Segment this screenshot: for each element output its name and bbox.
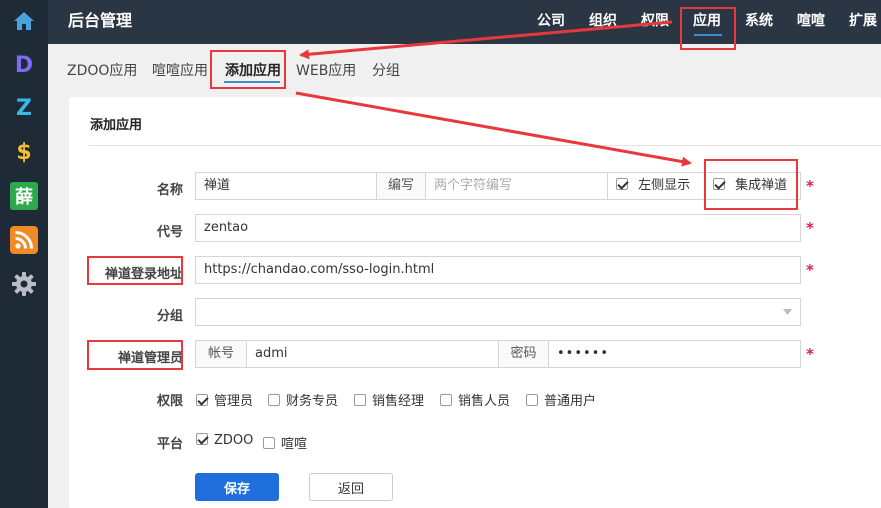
required-mark: * (806, 219, 814, 237)
nav-system[interactable]: 系统 (745, 0, 773, 44)
perm-salesperson-checkbox[interactable]: 销售人员 (440, 390, 510, 409)
admin-label: 禅道管理员 (117, 351, 183, 366)
save-button[interactable]: 保存 (195, 473, 279, 501)
checkbox-checked-icon (616, 178, 628, 190)
left-display-text: 左侧显示 (638, 178, 691, 193)
nav-permission[interactable]: 权限 (641, 0, 669, 44)
name-input[interactable]: 禅道 (196, 173, 377, 199)
name-row: 禅道 编写 两个字符编写 左侧显示 集成禅道 (195, 172, 801, 200)
nav-xuanxuan[interactable]: 喧喧 (797, 0, 825, 44)
permission-label: 权限 (156, 394, 183, 409)
perm-user-checkbox[interactable]: 普通用户 (526, 390, 596, 409)
login-url-input[interactable]: https://chandao.com/sso-login.html (195, 256, 801, 284)
account-input[interactable]: admi (247, 341, 499, 367)
panel-title: 添加应用 (90, 118, 143, 133)
login-url-label: 禅道登录地址 (104, 267, 183, 282)
page-title: 后台管理 (68, 11, 133, 30)
perm-admin-checkbox[interactable]: 管理员 (196, 390, 253, 409)
nav-company[interactable]: 公司 (537, 0, 565, 44)
top-bar: 后台管理 公司 组织 权限 应用 系统 喧喧 扩展 (48, 0, 881, 44)
perm-sales-manager-checkbox[interactable]: 销售经理 (354, 390, 424, 409)
code-value: zentao (204, 220, 249, 235)
z-logo-icon[interactable]: Z (9, 93, 39, 123)
chevron-down-icon (783, 309, 792, 315)
integrate-zentao-checkbox[interactable]: 集成禅道 (705, 173, 800, 199)
code-input[interactable]: zentao (195, 214, 801, 242)
rss-icon[interactable] (9, 225, 39, 255)
perm-finance-checkbox[interactable]: 财务专员 (268, 390, 338, 409)
platform-label: 平台 (156, 437, 183, 452)
checkbox-checked-icon (713, 178, 725, 190)
gear-icon[interactable] (9, 269, 39, 299)
password-input[interactable]: •••••• (549, 341, 800, 367)
group-select[interactable] (195, 298, 801, 326)
d-logo-icon[interactable]: D (9, 50, 39, 80)
password-addon: 密码 (499, 341, 549, 367)
code-label: 代号 (156, 225, 183, 240)
required-mark: * (806, 177, 814, 195)
active-subnav-indicator (224, 81, 280, 83)
platform-zdoo-checkbox[interactable]: ZDOO (196, 433, 253, 448)
group-label: 分组 (156, 309, 183, 324)
add-app-panel: 添加应用 名称 禅道 编写 两个字符编写 左侧显示 集成禅道 * 代号 zent… (69, 97, 881, 508)
home-icon[interactable] (9, 6, 39, 36)
divider (89, 145, 881, 146)
integrate-zentao-text: 集成禅道 (735, 178, 788, 193)
active-nav-indicator (694, 34, 722, 36)
name-label: 名称 (156, 183, 183, 198)
subnav-group[interactable]: 分组 (372, 58, 400, 84)
admin-row: 帐号 admi 密码 •••••• (195, 340, 801, 368)
required-mark: * (806, 261, 814, 279)
abbr-addon: 编写 (377, 173, 426, 199)
login-url-value: https://chandao.com/sso-login.html (204, 262, 435, 277)
dollar-icon[interactable]: $ (9, 137, 39, 167)
back-button[interactable]: 返回 (309, 473, 393, 501)
platform-xuanxuan-checkbox[interactable]: 喧喧 (263, 433, 307, 452)
account-addon: 帐号 (196, 341, 247, 367)
subnav-web-apps[interactable]: WEB应用 (296, 58, 356, 84)
nav-extension[interactable]: 扩展 (849, 0, 877, 44)
left-display-checkbox[interactable]: 左侧显示 (608, 173, 705, 199)
abbr-input[interactable]: 两个字符编写 (426, 173, 608, 199)
subnav-xuanxuan-apps[interactable]: 喧喧应用 (152, 58, 208, 84)
app-rail: D Z $ 薛 (0, 0, 48, 508)
nav-organization[interactable]: 组织 (589, 0, 617, 44)
required-mark: * (806, 345, 814, 363)
xue-logo-icon[interactable]: 薛 (9, 181, 39, 211)
subnav-zdoo-apps[interactable]: ZDOO应用 (67, 58, 137, 84)
nav-apps[interactable]: 应用 (693, 0, 721, 44)
